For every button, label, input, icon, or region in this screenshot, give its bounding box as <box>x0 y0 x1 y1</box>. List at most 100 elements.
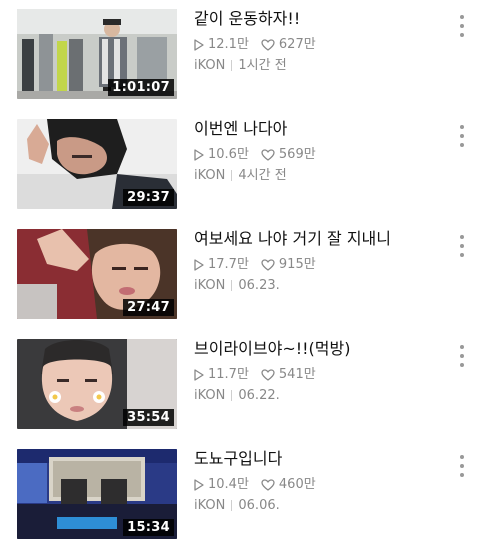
like-count-value: 915만 <box>278 257 316 272</box>
play-count-value: 12.1만 <box>208 37 249 52</box>
meta-divider <box>231 500 233 511</box>
more-vertical-icon <box>460 235 464 239</box>
more-vertical-icon <box>460 125 464 129</box>
video-duration: 29:37 <box>123 189 174 206</box>
channel-name[interactable]: iKON <box>194 58 225 73</box>
heart-icon <box>261 258 275 271</box>
video-duration: 15:34 <box>123 519 174 536</box>
like-count-value: 627만 <box>278 37 316 52</box>
more-vertical-icon <box>460 345 464 349</box>
video-stats: 11.7만 541만 <box>194 367 444 382</box>
play-count: 10.4만 <box>194 477 249 492</box>
video-thumbnail[interactable]: 1:01:07 <box>17 9 177 99</box>
play-icon <box>194 38 204 51</box>
video-stats: 12.1만 627만 <box>194 37 444 52</box>
meta-divider <box>231 60 233 71</box>
more-dot <box>460 473 464 477</box>
more-dot <box>460 464 464 468</box>
video-info: 여보세요 나야 거기 잘 지내니 17.7만 915만 iKON 06.23. <box>194 229 444 293</box>
video-meta: iKON 06.06. <box>194 498 444 513</box>
more-options-button[interactable] <box>453 123 471 149</box>
like-count: 627만 <box>261 37 316 52</box>
video-title[interactable]: 여보세요 나야 거기 잘 지내니 <box>194 229 444 249</box>
video-meta: iKON 06.23. <box>194 278 444 293</box>
more-dot <box>460 354 464 358</box>
more-dot <box>460 363 464 367</box>
play-count: 12.1만 <box>194 37 249 52</box>
play-count: 10.6만 <box>194 147 249 162</box>
more-vertical-icon <box>460 15 464 19</box>
video-title[interactable]: 브이라이브야~!!(먹방) <box>194 339 444 359</box>
video-meta: iKON 1시간 전 <box>194 58 444 73</box>
heart-icon <box>261 478 275 491</box>
like-count-value: 541만 <box>278 367 316 382</box>
video-title[interactable]: 같이 운동하자!! <box>194 9 444 29</box>
video-list: 1:01:07 같이 운동하자!! 12.1만 627만 iKON 1시간 전 <box>0 0 480 539</box>
like-count: 460만 <box>261 477 316 492</box>
play-icon <box>194 148 204 161</box>
upload-time: 06.23. <box>238 278 280 293</box>
more-dot <box>460 143 464 147</box>
more-vertical-icon <box>460 455 464 459</box>
video-duration: 27:47 <box>123 299 174 316</box>
video-thumbnail[interactable]: 35:54 <box>17 339 177 429</box>
play-icon <box>194 368 204 381</box>
video-info: 브이라이브야~!!(먹방) 11.7만 541만 iKON 06.22. <box>194 339 444 403</box>
video-stats: 10.6만 569만 <box>194 147 444 162</box>
video-item[interactable]: 1:01:07 같이 운동하자!! 12.1만 627만 iKON 1시간 전 <box>0 9 480 101</box>
video-thumbnail[interactable]: 15:34 <box>17 449 177 539</box>
play-count-value: 10.6만 <box>208 147 249 162</box>
video-info: 같이 운동하자!! 12.1만 627만 iKON 1시간 전 <box>194 9 444 73</box>
meta-divider <box>231 280 233 291</box>
video-meta: iKON 06.22. <box>194 388 444 403</box>
video-item[interactable]: 27:47 여보세요 나야 거기 잘 지내니 17.7만 915만 iKON 0… <box>0 229 480 321</box>
video-item[interactable]: 35:54 브이라이브야~!!(먹방) 11.7만 541만 iKON 06.2… <box>0 339 480 431</box>
video-thumbnail[interactable]: 29:37 <box>17 119 177 209</box>
like-count: 569만 <box>261 147 316 162</box>
play-count-value: 10.4만 <box>208 477 249 492</box>
video-info: 도뇨구입니다 10.4만 460만 iKON 06.06. <box>194 449 444 513</box>
heart-icon <box>261 148 275 161</box>
meta-divider <box>231 390 233 401</box>
video-duration: 35:54 <box>123 409 174 426</box>
more-dot <box>460 24 464 28</box>
more-options-button[interactable] <box>453 233 471 259</box>
more-dot <box>460 33 464 37</box>
play-count-value: 17.7만 <box>208 257 249 272</box>
like-count-value: 460만 <box>278 477 316 492</box>
video-title[interactable]: 도뇨구입니다 <box>194 449 444 469</box>
play-icon <box>194 478 204 491</box>
meta-divider <box>231 170 233 181</box>
video-item[interactable]: 15:34 도뇨구입니다 10.4만 460만 iKON 06.06. <box>0 449 480 541</box>
channel-name[interactable]: iKON <box>194 498 225 513</box>
video-item[interactable]: 29:37 이번엔 나다아 10.6만 569만 iKON 4시간 전 <box>0 119 480 211</box>
upload-time: 06.22. <box>238 388 280 403</box>
like-count: 915만 <box>261 257 316 272</box>
upload-time: 06.06. <box>238 498 280 513</box>
video-thumbnail[interactable]: 27:47 <box>17 229 177 319</box>
play-count: 17.7만 <box>194 257 249 272</box>
channel-name[interactable]: iKON <box>194 168 225 183</box>
heart-icon <box>261 368 275 381</box>
heart-icon <box>261 38 275 51</box>
more-dot <box>460 253 464 257</box>
video-duration: 1:01:07 <box>108 79 174 96</box>
more-options-button[interactable] <box>453 13 471 39</box>
more-options-button[interactable] <box>453 453 471 479</box>
upload-time: 4시간 전 <box>238 168 287 183</box>
play-icon <box>194 258 204 271</box>
channel-name[interactable]: iKON <box>194 388 225 403</box>
more-options-button[interactable] <box>453 343 471 369</box>
video-title[interactable]: 이번엔 나다아 <box>194 119 444 139</box>
video-meta: iKON 4시간 전 <box>194 168 444 183</box>
more-dot <box>460 244 464 248</box>
more-dot <box>460 134 464 138</box>
upload-time: 1시간 전 <box>238 58 287 73</box>
play-count-value: 11.7만 <box>208 367 249 382</box>
video-stats: 17.7만 915만 <box>194 257 444 272</box>
like-count: 541만 <box>261 367 316 382</box>
channel-name[interactable]: iKON <box>194 278 225 293</box>
play-count: 11.7만 <box>194 367 249 382</box>
like-count-value: 569만 <box>278 147 316 162</box>
video-info: 이번엔 나다아 10.6만 569만 iKON 4시간 전 <box>194 119 444 183</box>
